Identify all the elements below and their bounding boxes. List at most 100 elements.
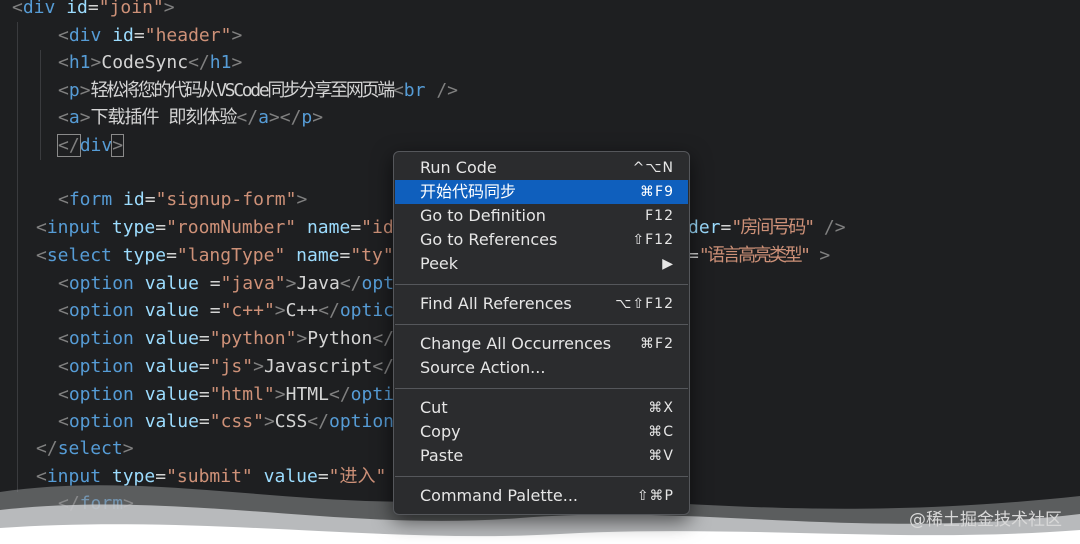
code-line-9: <select type="langType" name="ty" [36,242,394,270]
shortcut-label: ⇧⌘P [636,488,674,504]
punct: </ [307,411,329,432]
text-content: C++ [285,300,319,321]
text-content: CodeSync [101,52,189,73]
punct: > [296,189,308,210]
punct: </ [36,438,58,459]
tag-name: input [46,217,102,238]
menu-item-run-code[interactable]: Run Code ^⌥N [395,156,688,180]
code-line-10: <option value ="java">Java</opt [58,270,394,298]
attr-value: "c++" [220,300,275,321]
punct: > [312,107,324,128]
shortcut-label: ⌥⇧F12 [615,296,674,312]
menu-item-peek[interactable]: Peek ▶ [395,252,688,276]
punct: </ [328,384,351,405]
code-line-4: <p>轻松将您的代码从VSCode同步分享至网页端<br /> [58,77,458,105]
shortcut-label: ⌘F9 [640,184,674,200]
attr-name: type [111,217,156,238]
punct: < [58,384,69,405]
tag-name: form [68,189,113,210]
code-line-15: <option value="css">CSS</option [58,408,394,436]
menu-separator [395,284,688,285]
menu-item-command-palette[interactable]: Command Palette... ⇧⌘P [395,484,688,508]
punct: > [808,245,831,266]
code-line-16: </select> [36,435,134,463]
punct: < [58,52,69,73]
attr-value: "join" [98,0,164,18]
punct: > [111,134,125,157]
punct: = [198,300,221,321]
attr-value: "roomNumber" [166,217,297,238]
punct: = [720,217,732,238]
tag-name: br [403,80,426,101]
punct: > [79,80,91,101]
menu-item-label: Peek [420,254,459,273]
menu-item-source-action[interactable]: Source Action... [395,356,688,380]
tag-name: div [22,0,56,18]
indent-guide [17,22,18,492]
punct: = [198,328,210,349]
punct: > [263,411,275,432]
attr-name: value [144,300,199,321]
text-content: HTML [285,384,329,405]
tag-name: h1 [68,52,91,73]
punct: < [58,273,69,294]
attr-value: "langType" [176,245,286,266]
attr-name: id [112,25,134,46]
punct: > [274,384,286,405]
menu-item-find-all-references[interactable]: Find All References ⌥⇧F12 [395,292,688,316]
punct: > [231,52,243,73]
punct: > [122,438,134,459]
code-line-14: <option value="html">HTML</opti [58,381,394,409]
menu-item-change-all-occurrences[interactable]: Change All Occurrences ⌘F2 [395,332,688,356]
punct: = [339,245,351,266]
punct: < [36,217,47,238]
text-content: Javascript [263,356,373,377]
shortcut-label: ⌘V [648,448,674,464]
attr-name: name [296,245,340,266]
menu-item-copy[interactable]: Copy ⌘C [395,420,688,444]
punct: </ [372,328,395,349]
menu-item-cut[interactable]: Cut ⌘X [395,396,688,420]
menu-item-start-sync[interactable]: 开始代码同步 ⌘F9 [395,180,688,204]
punct: > [296,328,308,349]
attr-name: der [688,217,721,238]
attr-name: value [144,356,199,377]
tag-name: opti [350,384,395,405]
tag-name: a [68,107,80,128]
menu-item-label: Go to Definition [420,206,546,225]
tag-name: option [68,300,134,321]
punct: > [231,25,243,46]
code-line-2: <div id="header"> [58,22,242,50]
menu-item-paste[interactable]: Paste ⌘V [395,444,688,468]
tag-name: h1 [209,52,232,73]
attr-name: id [123,189,145,210]
attr-value: "signup-form" [155,189,297,210]
punct: = [350,217,362,238]
menu-item-go-to-references[interactable]: Go to References ⇧F12 [395,228,688,252]
punct: = [144,189,156,210]
code-line-7: <form id="signup-form"> [58,186,307,214]
attr-name: value [144,384,199,405]
menu-item-go-to-definition[interactable]: Go to Definition F12 [395,204,688,228]
context-menu[interactable]: Run Code ^⌥N 开始代码同步 ⌘F9 Go to Definition F1… [393,151,690,515]
menu-item-label: 开始代码同步 [420,182,517,201]
shortcut-label: ^⌥N [632,160,674,176]
attr-value: "房间号码" [731,217,815,238]
punct: < [12,0,23,18]
code-line-3: <h1>CodeSync</h1> [58,49,242,77]
punct: = [166,245,177,266]
punct: > [90,52,102,73]
indent-guide [40,50,41,160]
punct: < [36,245,47,266]
attr-name: type [122,245,167,266]
attr-value: "python" [209,328,297,349]
punct: </ [318,300,340,321]
text-content: 下载插件 即刻体验 [90,107,238,128]
attr-value: "java" [220,273,286,294]
punct: < [58,25,69,46]
menu-item-label: Go to References [420,230,558,249]
code-line-9-tail: ="语言高亮类型" > [688,242,830,270]
menu-item-label: Paste [420,446,464,465]
punct: ></ [268,107,302,128]
code-line-12: <option value="python">Python</ [58,325,394,353]
